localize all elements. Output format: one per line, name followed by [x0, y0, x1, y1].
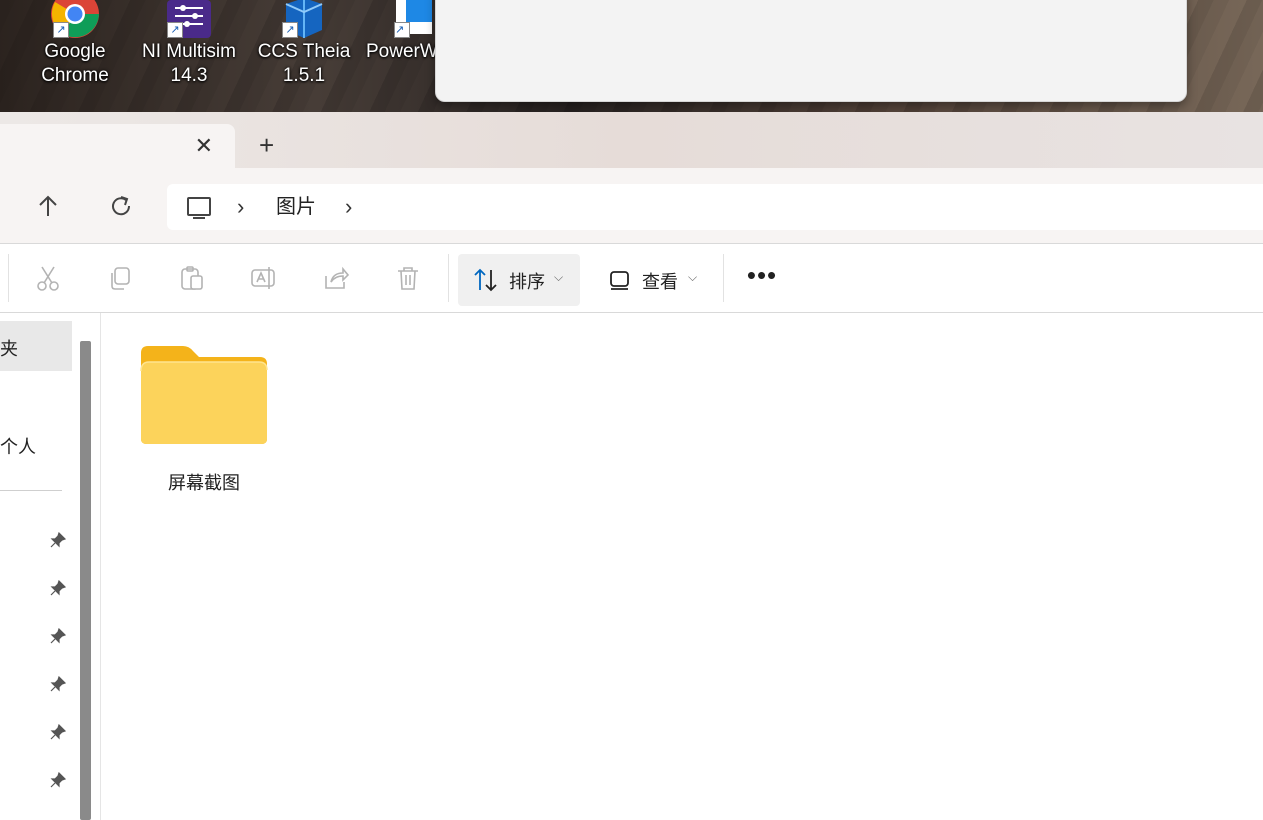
- this-pc-icon[interactable]: [187, 197, 211, 219]
- sidebar-pinned-item[interactable]: [0, 667, 72, 707]
- powerw-icon: ↗: [392, 0, 440, 38]
- sort-button[interactable]: 排序 ⌵: [458, 254, 580, 306]
- new-tab-button[interactable]: +: [259, 132, 274, 158]
- multisim-icon: ↗: [165, 0, 213, 38]
- shortcut-arrow-icon: ↗: [282, 22, 298, 38]
- command-bar: 排序 ⌵ 查看 ⌵ •••: [0, 244, 1263, 312]
- tab-pictures[interactable]: ✕: [0, 124, 235, 168]
- pin-icon: [50, 531, 67, 548]
- shortcut-arrow-icon: ↗: [394, 22, 410, 38]
- shortcut-arrow-icon: ↗: [167, 22, 183, 38]
- copy-icon[interactable]: [106, 264, 134, 292]
- sidebar-pinned-item[interactable]: [0, 763, 72, 803]
- pin-icon: [50, 579, 67, 596]
- folder-item[interactable]: 屏幕截图: [139, 343, 269, 498]
- desktop-icon-label: NI Multisim 14.3: [142, 41, 236, 86]
- desktop-icon-label: Google Chrome: [41, 41, 109, 86]
- sidebar-item-personal[interactable]: 个人: [0, 423, 72, 463]
- cut-icon[interactable]: [34, 264, 62, 292]
- file-list-area: 屏幕截图: [101, 313, 1263, 820]
- view-label: 查看: [642, 272, 678, 292]
- sidebar-pinned-item[interactable]: [0, 523, 72, 563]
- popup-panel: [435, 0, 1187, 102]
- shortcut-arrow-icon: ↗: [53, 22, 69, 38]
- share-icon[interactable]: [322, 264, 350, 292]
- navigation-bar: › 图片 ›: [0, 168, 1263, 244]
- desktop-icon-chrome[interactable]: ↗ Google Chrome: [27, 0, 123, 88]
- rename-icon[interactable]: [250, 264, 278, 292]
- chevron-down-icon: ⌵: [688, 270, 698, 284]
- desktop-icon-multisim[interactable]: ↗ NI Multisim 14.3: [141, 0, 237, 88]
- ccs-theia-icon: ↗: [280, 0, 328, 38]
- toolbar-separator: [448, 254, 449, 302]
- folder-icon: [139, 343, 269, 452]
- chevron-right-icon[interactable]: ›: [345, 194, 352, 220]
- address-bar[interactable]: › 图片 ›: [167, 184, 1263, 230]
- pin-icon: [50, 771, 67, 788]
- sidebar-pinned-item[interactable]: [0, 619, 72, 659]
- sidebar-pinned-item[interactable]: [0, 571, 72, 611]
- sidebar-divider: [0, 490, 62, 491]
- sort-icon: [472, 266, 500, 299]
- view-button[interactable]: 查看 ⌵: [600, 254, 710, 306]
- sort-label: 排序: [509, 272, 545, 292]
- pin-icon: [50, 627, 67, 644]
- desktop-icon-ccs-theia[interactable]: ↗ CCS Theia 1.5.1: [256, 0, 352, 88]
- toolbar-separator: [723, 254, 724, 302]
- chrome-icon: ↗: [51, 0, 99, 38]
- desktop-icon-label: CCS Theia 1.5.1: [257, 41, 351, 86]
- sidebar-scrollbar[interactable]: [80, 341, 91, 820]
- up-arrow-icon[interactable]: [34, 192, 62, 220]
- view-icon: [608, 268, 632, 297]
- sidebar-item-selected[interactable]: 夹: [0, 321, 72, 371]
- refresh-icon[interactable]: [107, 192, 135, 220]
- close-icon[interactable]: ✕: [195, 135, 213, 157]
- desktop-icon-label: PowerW: [366, 41, 438, 62]
- delete-icon[interactable]: [394, 264, 422, 292]
- toolbar-separator: [8, 254, 9, 302]
- tab-bar: ✕ +: [0, 112, 1263, 168]
- paste-icon[interactable]: [178, 264, 206, 292]
- file-explorer-window: ✕ + › 图片 › 排序 ⌵ 查看 ⌵ ••• 夹 个人 屏幕截图: [0, 112, 1263, 820]
- more-options-icon[interactable]: •••: [742, 262, 782, 292]
- pin-icon: [50, 723, 67, 740]
- breadcrumb-pictures[interactable]: 图片: [276, 194, 316, 220]
- chevron-down-icon: ⌵: [554, 270, 564, 284]
- pin-icon: [50, 675, 67, 692]
- desktop-icon-powerw[interactable]: ↗ PowerW: [362, 0, 442, 64]
- sidebar-item-label: 夹: [0, 339, 18, 359]
- sidebar-item-label: 个人: [0, 437, 36, 457]
- navigation-pane: 夹 个人: [0, 313, 101, 820]
- chevron-right-icon[interactable]: ›: [237, 194, 244, 220]
- desktop-wallpaper: ↗ Google Chrome ↗ NI Multisim 14.3 ↗ CCS…: [0, 0, 1263, 112]
- sidebar-pinned-item[interactable]: [0, 715, 72, 755]
- folder-name: 屏幕截图: [168, 473, 240, 493]
